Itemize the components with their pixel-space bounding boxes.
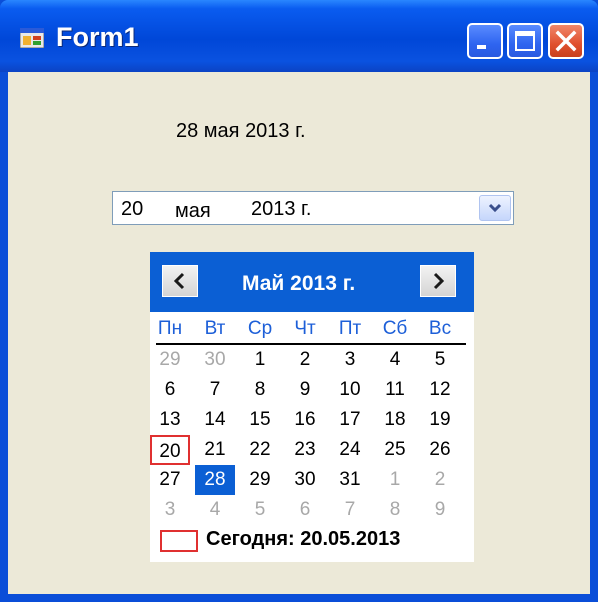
chevron-down-icon [488,203,502,213]
window-title: Form1 [56,22,139,52]
close-button[interactable] [548,23,584,59]
calendar-day[interactable]: 8 [240,375,280,405]
weekday-header: Пт [338,318,362,339]
calendar-day[interactable]: 31 [330,465,370,495]
app-icon [20,28,44,48]
calendar-day[interactable]: 15 [240,405,280,435]
calendar-day[interactable]: 7 [330,495,370,525]
calendar-day[interactable]: 5 [240,495,280,525]
calendar-day[interactable]: 9 [285,375,325,405]
calendar-day[interactable]: 1 [375,465,415,495]
calendar-day[interactable]: 17 [330,405,370,435]
minimize-icon [477,45,486,49]
calendar-day[interactable]: 6 [285,495,325,525]
calendar-day[interactable]: 19 [420,405,460,435]
minimize-button[interactable] [467,23,503,59]
picker-day[interactable]: 20 [121,198,143,221]
calendar-day[interactable]: 18 [375,405,415,435]
calendar-day[interactable]: 4 [375,345,415,375]
calendar-day[interactable]: 3 [150,495,190,525]
weekday-header: Пн [157,318,183,339]
calendar-day[interactable]: 6 [150,375,190,405]
calendar-day[interactable]: 22 [240,435,280,465]
calendar-day[interactable]: 25 [375,435,415,465]
calendar-day[interactable]: 16 [285,405,325,435]
calendar-day[interactable]: 28 [195,465,235,495]
calendar-day[interactable]: 20 [150,435,190,465]
calendar-day[interactable]: 2 [420,465,460,495]
calendar-day[interactable]: 30 [285,465,325,495]
calendar-day[interactable]: 7 [195,375,235,405]
picker-year[interactable]: 2013 г. [251,198,311,221]
calendar-day[interactable]: 11 [375,375,415,405]
calendar-day[interactable]: 24 [330,435,370,465]
calendar-day[interactable]: 3 [330,345,370,375]
calendar-day[interactable]: 29 [150,345,190,375]
calendar-header: Май 2013 г. [150,252,474,312]
calendar-day[interactable]: 29 [240,465,280,495]
window-bottom-border [0,594,598,602]
maximize-icon [515,31,535,51]
date-picker[interactable]: 20 мая 2013 г. [112,191,514,225]
calendar-day[interactable]: 26 [420,435,460,465]
next-month-button[interactable] [420,265,456,297]
close-icon [555,30,577,52]
calendar-title: Май 2013 г. [242,272,356,295]
calendar-day[interactable]: 8 [375,495,415,525]
chevron-right-icon [433,272,445,290]
weekday-header: Сб [382,318,408,339]
title-bar[interactable]: Form1 [0,0,598,72]
calendar-day[interactable]: 1 [240,345,280,375]
calendar-day[interactable]: 5 [420,345,460,375]
calendar-day[interactable]: 30 [195,345,235,375]
weekday-header: Вт [204,318,226,339]
calendar-day[interactable]: 9 [420,495,460,525]
calendar-day[interactable]: 10 [330,375,370,405]
today-link[interactable]: Сегодня: 20.05.2013 [206,528,400,551]
weekday-header: Вс [428,318,452,339]
calendar-day[interactable]: 4 [195,495,235,525]
today-marker[interactable] [160,530,198,552]
calendar-day[interactable]: 14 [195,405,235,435]
prev-month-button[interactable] [162,265,198,297]
calendar-day[interactable]: 21 [195,435,235,465]
weekday-header: Ср [247,318,273,339]
calendar-day[interactable]: 12 [420,375,460,405]
maximize-button[interactable] [507,23,543,59]
dropdown-button[interactable] [479,195,511,221]
window: Form1 28 мая 2013 г. 20 мая 2013 г. Май … [0,0,598,602]
calendar-day[interactable]: 23 [285,435,325,465]
calendar-day[interactable]: 2 [285,345,325,375]
weekday-header: Чт [294,318,316,339]
calendar-day[interactable]: 13 [150,405,190,435]
picker-month[interactable]: мая [175,200,211,223]
month-calendar[interactable]: Май 2013 г. Пн Вт Ср Чт Пт Сб Вс 29 30 1 2 3… [150,252,474,562]
chevron-left-icon [173,272,185,290]
calendar-day[interactable]: 27 [150,465,190,495]
date-label: 28 мая 2013 г. [176,120,306,142]
